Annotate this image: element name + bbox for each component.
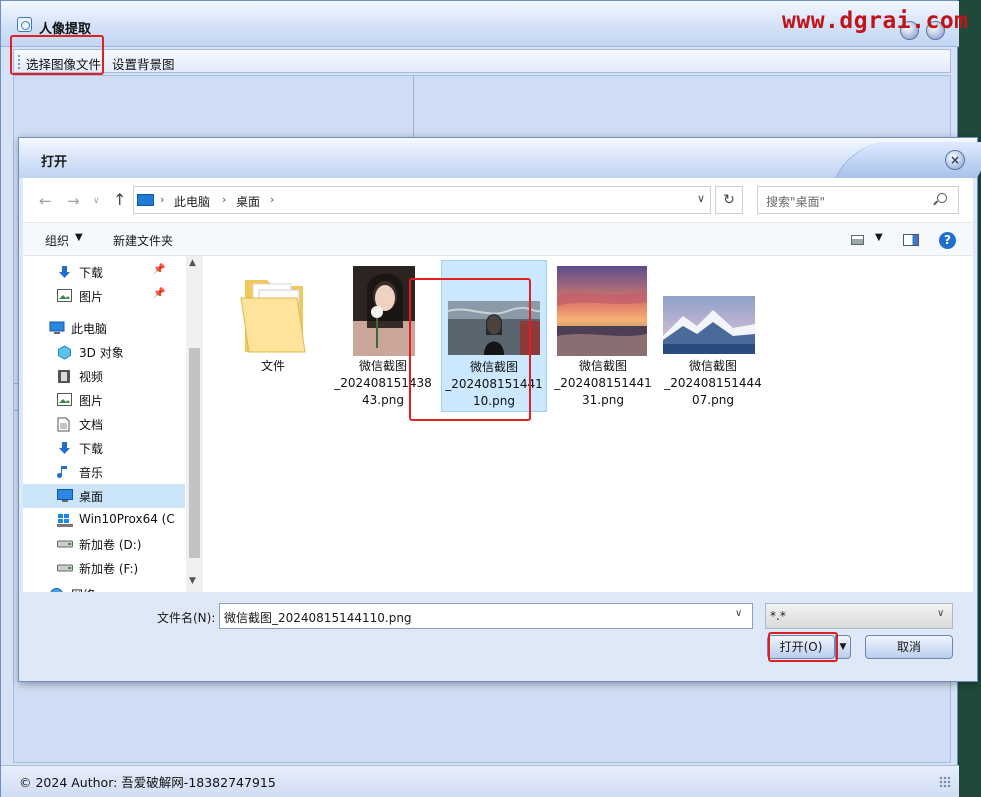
address-bar[interactable]: › 此电脑 › 桌面 ›	[133, 186, 711, 214]
highlight-box-menu	[10, 35, 104, 75]
file-item-folder[interactable]: 文件	[221, 260, 327, 412]
nav-tree-scrollbar[interactable]: ▲ ▼	[186, 256, 203, 592]
computer-icon	[137, 194, 154, 206]
tree-item-network[interactable]: 网络	[49, 582, 185, 592]
pin-icon[interactable]: 📌	[153, 288, 165, 299]
highlight-box-selected-file	[409, 278, 531, 421]
file-list: 文件 微信截图 _202408151438 43.png 微信截图 _20240…	[205, 256, 973, 592]
app-portrait-icon	[17, 17, 32, 32]
document-icon	[57, 417, 72, 432]
refresh-icon[interactable]: ↻	[715, 186, 743, 214]
pin-icon[interactable]: 📌	[153, 264, 165, 275]
image-thumbnail	[663, 296, 755, 357]
file-name: 微信截图 _202408151444 07.png	[664, 359, 762, 407]
image-thumbnail	[353, 266, 415, 359]
tree-item-pictures[interactable]: 图片	[57, 388, 185, 412]
view-mode-icon[interactable]	[851, 235, 864, 245]
drive-icon	[57, 561, 73, 574]
tree-item-downloads[interactable]: 下载	[57, 436, 185, 460]
scroll-up-icon[interactable]: ▲	[189, 258, 196, 268]
download-arrow-icon	[57, 265, 72, 278]
chevron-down-icon[interactable]: ∨	[735, 608, 742, 619]
breadcrumb-desktop[interactable]: 桌面	[236, 193, 260, 210]
breadcrumb-chevron-icon: ›	[270, 193, 275, 206]
new-folder-button[interactable]: 新建文件夹	[113, 232, 173, 249]
music-note-icon	[57, 465, 72, 478]
help-icon[interactable]: ?	[939, 232, 956, 249]
file-item-image[interactable]: 微信截图 _202408151444 07.png	[661, 260, 767, 412]
dialog-title-bar: 打开 ×	[19, 138, 981, 178]
tree-item-3d-objects[interactable]: 3D 对象	[57, 340, 185, 364]
file-name: 微信截图 _202408151441 31.png	[554, 359, 652, 407]
menu-set-background[interactable]: 设置背景图	[112, 54, 175, 73]
file-name: 文件	[260, 359, 285, 373]
picture-icon	[57, 393, 72, 406]
search-input[interactable]: 搜索"桌面"	[757, 186, 959, 214]
navigation-tree: 下载 📌 图片 📌 此电脑 3D 对象 视频 图片 文档 下载 音乐 桌面 Wi…	[23, 256, 185, 592]
cancel-button[interactable]: 取消	[865, 635, 953, 659]
dialog-toolbar: 组织 ▼ 新建文件夹 ▼ ?	[23, 222, 973, 256]
status-author-text: © 2024 Author: 吾爱破解网-18382747915	[19, 775, 276, 790]
recent-locations-icon[interactable]: ∨	[93, 196, 100, 206]
tree-item-pictures-pinned[interactable]: 图片 📌	[57, 284, 185, 308]
dialog-title: 打开	[41, 155, 68, 170]
film-icon	[57, 369, 72, 383]
image-thumbnail	[557, 266, 647, 359]
scrollbar-thumb[interactable]	[189, 348, 200, 558]
status-bar: © 2024 Author: 吾爱破解网-18382747915	[1, 765, 959, 797]
forward-arrow-icon[interactable]: →	[67, 192, 80, 210]
tree-item-this-pc[interactable]: 此电脑	[49, 316, 185, 340]
address-dropdown-icon[interactable]: ∨	[691, 186, 711, 214]
filename-input[interactable]: 微信截图_20240815144110.png	[219, 603, 753, 629]
desktop-icon	[57, 489, 73, 502]
computer-icon	[49, 321, 65, 334]
preview-pane-icon[interactable]	[903, 234, 919, 246]
file-type-select[interactable]: *.*	[765, 603, 953, 629]
caret-down-icon[interactable]: ▼	[75, 232, 83, 243]
address-row: ← → ∨ ↑ › 此电脑 › 桌面 › ∨ ↻ 搜索"桌面"	[23, 178, 973, 222]
tree-item-drive-c[interactable]: Win10Prox64 (C	[57, 508, 185, 532]
cube-3d-icon	[57, 345, 72, 360]
picture-icon	[57, 289, 72, 302]
chevron-down-icon[interactable]: ∨	[937, 608, 944, 619]
file-item-image[interactable]: 微信截图 _202408151441 31.png	[551, 260, 657, 412]
breadcrumb-chevron-icon: ›	[160, 193, 165, 206]
menu-bar: 选择图像文件 设置背景图	[13, 49, 951, 73]
tree-item-music[interactable]: 音乐	[57, 460, 185, 484]
tree-item-desktop[interactable]: 桌面	[23, 484, 185, 508]
organize-button[interactable]: 组织	[45, 232, 69, 249]
watermark-text: www.dgrai.com	[782, 8, 969, 34]
tree-item-drive-d[interactable]: 新加卷 (D:)	[57, 532, 185, 556]
highlight-box-open-button	[768, 632, 838, 662]
tree-item-drive-f[interactable]: 新加卷 (F:)	[57, 556, 185, 580]
breadcrumb-chevron-icon: ›	[222, 193, 227, 206]
filename-label: 文件名(N):	[157, 611, 216, 625]
tree-item-videos[interactable]: 视频	[57, 364, 185, 388]
scroll-down-icon[interactable]: ▼	[189, 576, 196, 586]
resize-grip[interactable]	[939, 776, 951, 788]
back-arrow-icon[interactable]: ←	[39, 192, 52, 210]
download-arrow-icon	[57, 441, 72, 454]
breadcrumb-this-pc[interactable]: 此电脑	[174, 193, 210, 210]
caret-down-icon[interactable]: ▼	[875, 232, 883, 243]
tree-item-downloads-pinned[interactable]: 下载 📌	[57, 260, 185, 284]
up-arrow-icon[interactable]: ↑	[113, 190, 126, 209]
search-icon[interactable]	[937, 193, 947, 203]
folder-icon	[239, 274, 309, 357]
dialog-close-button[interactable]: ×	[945, 150, 965, 170]
tree-item-documents[interactable]: 文档	[57, 412, 185, 436]
windows-drive-icon	[57, 513, 73, 527]
drive-icon	[57, 537, 73, 550]
